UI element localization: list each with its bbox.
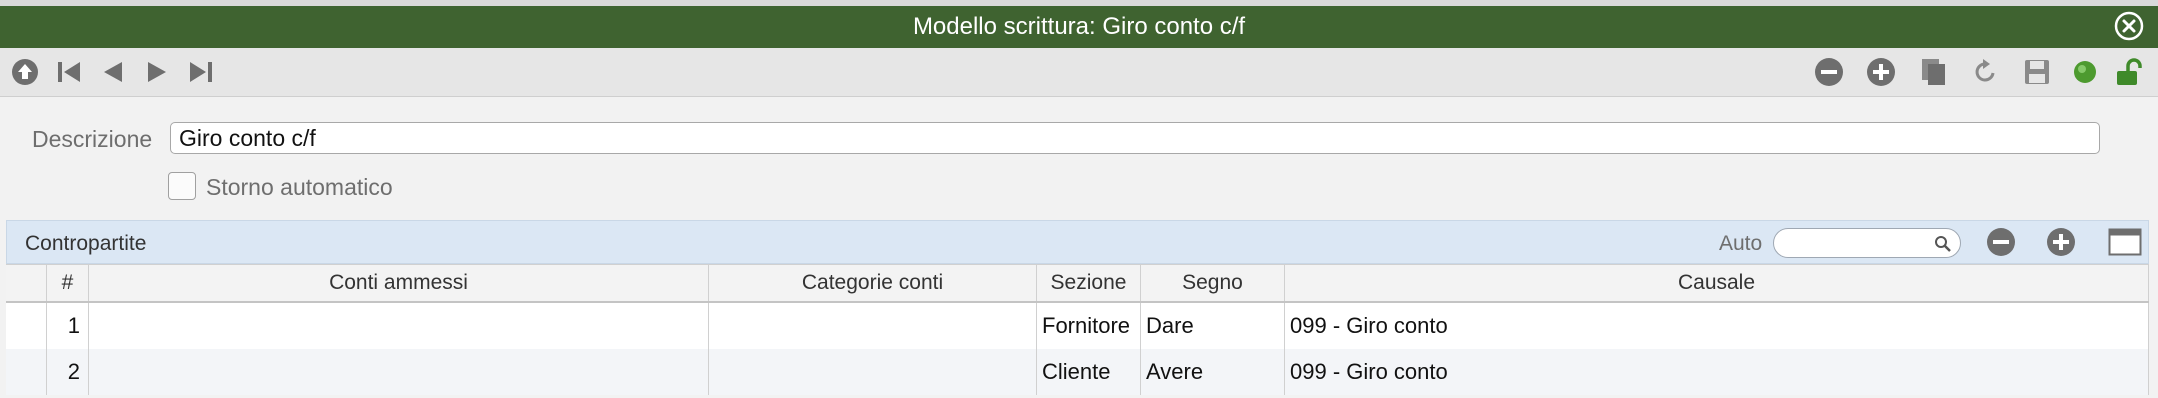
close-icon[interactable] <box>2114 11 2144 41</box>
descrizione-field[interactable]: Giro conto c/f <box>170 122 2100 154</box>
storno-automatico-checkbox[interactable] <box>168 172 196 200</box>
toolbar <box>0 48 2158 97</box>
save-icon[interactable] <box>2022 57 2052 87</box>
segno-cell[interactable]: Avere <box>1141 349 1285 395</box>
descrizione-label: Descrizione <box>32 126 153 152</box>
column-header-segno[interactable]: Segno <box>1141 265 1285 301</box>
search-icon <box>1935 236 1951 252</box>
table-header-row: # Conti ammessi Categorie conti Sezione … <box>6 264 2149 303</box>
expand-panel-icon[interactable] <box>2108 228 2142 256</box>
title-bar: Modello scrittura: Giro conto c/f <box>0 6 2158 48</box>
window-title: Modello scrittura: Giro conto c/f <box>912 13 1246 40</box>
conti-ammessi-cell[interactable] <box>89 303 709 349</box>
categorie-conti-cell[interactable] <box>709 303 1037 349</box>
last-record-icon[interactable] <box>186 57 216 87</box>
row-select-cell[interactable] <box>6 303 47 349</box>
add-row-icon[interactable] <box>2046 227 2076 257</box>
column-header-conti-ammessi[interactable]: Conti ammessi <box>89 265 709 301</box>
first-record-icon[interactable] <box>54 57 84 87</box>
refresh-icon[interactable] <box>1970 57 2000 87</box>
column-header-causale[interactable]: Causale <box>1285 265 2149 301</box>
status-indicator-icon <box>2074 61 2096 83</box>
conti-ammessi-cell[interactable] <box>89 349 709 395</box>
duplicate-icon[interactable] <box>1918 57 1948 87</box>
storno-automatico-label: Storno automatico <box>206 174 393 200</box>
column-header-select <box>6 265 47 301</box>
row-number-cell: 1 <box>47 303 89 349</box>
column-header-categorie-conti[interactable]: Categorie conti <box>709 265 1037 301</box>
add-record-icon[interactable] <box>1866 57 1896 87</box>
sezione-cell[interactable]: Cliente <box>1037 349 1141 395</box>
previous-record-icon[interactable] <box>98 57 128 87</box>
contropartite-table: # Conti ammessi Categorie conti Sezione … <box>6 264 2149 395</box>
segno-cell[interactable]: Dare <box>1141 303 1285 349</box>
causale-cell[interactable]: 099 - Giro conto <box>1285 303 2149 349</box>
auto-label: Auto <box>1719 232 1763 255</box>
remove-row-icon[interactable] <box>1986 227 2016 257</box>
sezione-cell[interactable]: Fornitore <box>1037 303 1141 349</box>
column-header-number[interactable]: # <box>47 265 89 301</box>
categorie-conti-cell[interactable] <box>709 349 1037 395</box>
unlock-icon[interactable] <box>2114 57 2144 87</box>
panel-title: Contropartite <box>25 232 147 255</box>
auto-search-input[interactable] <box>1773 228 1961 258</box>
next-record-icon[interactable] <box>142 57 172 87</box>
table-row[interactable]: 2 Cliente Avere 099 - Giro conto <box>6 349 2149 395</box>
column-header-sezione[interactable]: Sezione <box>1037 265 1141 301</box>
remove-record-icon[interactable] <box>1814 57 1844 87</box>
row-select-cell[interactable] <box>6 349 47 395</box>
row-number-cell: 2 <box>47 349 89 395</box>
table-row[interactable]: 1 Fornitore Dare 099 - Giro conto <box>6 303 2149 349</box>
up-icon[interactable] <box>10 57 40 87</box>
causale-cell[interactable]: 099 - Giro conto <box>1285 349 2149 395</box>
